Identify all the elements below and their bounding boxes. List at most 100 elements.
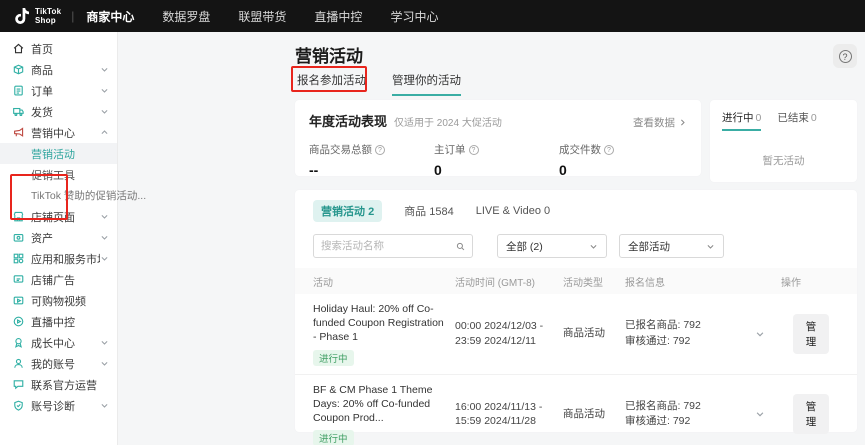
tab-ongoing[interactable]: 进行中 0 [722,110,762,131]
sidebar-item-shop-ads[interactable]: 店铺广告 [0,269,117,290]
order-icon [14,85,23,96]
sidebar-item-account-diagnosis[interactable]: 账号诊断 [0,395,117,416]
sidebar: 首页 商品 订单 发货 营销中心 营销活动 促销工具 TikTok 赞助的促销活… [0,32,146,445]
main-content: ? 营销活动 报名参加活动 管理你的活动 年度活动表现 仅适用于 2024 大促… [118,32,865,445]
tab-products[interactable]: 商品 1584 [404,203,454,219]
topnav-learning-center[interactable]: 学习中心 [390,8,438,25]
manage-button[interactable]: 管理 [793,313,829,354]
tab-live-video[interactable]: LIVE & Video 0 [476,205,550,217]
contact-icon [13,380,24,390]
live-icon [13,316,24,327]
sidebar-item-home[interactable]: 首页 [0,38,117,59]
table-header-row: 活动 活动时间 (GMT-8) 活动类型 报名信息 操作 [295,268,857,294]
search-box [313,234,473,258]
tab-marketing-campaigns[interactable]: 营销活动 2 [313,200,383,222]
shipping-icon [13,107,24,117]
col-header-enrollment: 报名信息 [625,277,665,289]
status-badge: 进行中 [313,349,354,366]
topbar-divider: | [71,9,75,23]
ads-icon [13,275,24,283]
sidebar-item-orders[interactable]: 订单 [0,80,117,101]
search-input[interactable] [321,240,456,252]
stat-gmv: 商品交易总额? -- [309,142,434,178]
info-icon[interactable]: ? [468,144,479,155]
topnav-live-console[interactable]: 直播中控 [314,8,362,25]
topnav-data-compass[interactable]: 数据罗盘 [162,8,210,25]
search-icon[interactable] [456,241,465,252]
status-badge: 进行中 [313,430,354,445]
topnav-affiliate[interactable]: 联盟带货 [238,8,286,25]
help-button[interactable]: ? [833,44,857,68]
sidebar-item-growth-center[interactable]: 成长中心 [0,332,117,353]
sidebar-item-marketing-center[interactable]: 营销中心 [0,122,117,143]
sidebar-subitem-marketing-campaigns[interactable]: 营销活动 [0,143,117,164]
topbar: TikTok Shop | 商家中心 数据罗盘 联盟带货 直播中控 学习中心 [0,0,865,32]
table-row: Holiday Haul: 20% off Co-funded Coupon R… [295,294,857,375]
performance-title: 年度活动表现 [309,114,388,129]
page-title: 营销活动 [295,47,363,66]
expand-row-chevron-icon[interactable] [755,409,765,419]
sidebar-item-products[interactable]: 商品 [0,59,117,80]
question-mark-icon: ? [838,49,852,63]
sidebar-item-my-account[interactable]: 我的账号 [0,353,117,374]
filter-dropdown-type[interactable]: 全部 (2) [497,234,607,258]
tiktok-note-icon [15,8,29,24]
enrollment-info: 已报名商品: 792 审核通过: 792 [625,399,701,428]
col-header-type: 活动类型 [563,277,603,289]
sidebar-item-assets[interactable]: 资产 [0,227,117,248]
stat-units-sold-value: 0 [559,162,567,178]
tab-ended[interactable]: 已结束 0 [777,110,816,131]
chevron-up-icon [101,130,108,134]
megaphone-icon [14,127,24,137]
chevron-down-icon [101,89,108,93]
topbar-nav: 商家中心 数据罗盘 联盟带货 直播中控 学习中心 [86,8,438,25]
campaign-tabs: 营销活动 2 商品 1584 LIVE & Video 0 [295,200,857,222]
expand-row-chevron-icon[interactable] [755,329,765,339]
chevron-down-icon [101,215,108,219]
diagnosis-icon [14,400,23,411]
campaigns-table: 活动 活动时间 (GMT-8) 活动类型 报名信息 操作 Holiday Hau… [295,268,857,445]
wallet-icon [13,233,24,242]
sidebar-item-contact-official[interactable]: 联系官方运营 [0,374,117,395]
sidebar-subitem-tiktok-sponsored-promos[interactable]: TikTok 赞助的促销活动... [0,185,146,206]
info-icon[interactable]: ? [604,144,614,155]
manage-button[interactable]: 管理 [793,394,829,435]
campaign-name[interactable]: Holiday Haul: 20% off Co-funded Coupon R… [313,302,445,345]
page-tabs: 报名参加活动 管理你的活动 [297,72,461,96]
growth-icon [15,338,22,348]
campaign-time: 16:00 2024/11/13 - 15:59 2024/11/28 [455,400,543,428]
chevron-down-icon [101,110,108,114]
campaign-name[interactable]: BF & CM Phase 1 Theme Days: 20% off Co-f… [313,383,445,426]
sidebar-subitem-promo-tools[interactable]: 促销工具 [0,164,117,185]
logo-line1: TikTok [35,7,62,16]
storefront-icon [13,211,24,222]
view-data-link[interactable]: 查看数据 [633,115,687,130]
col-header-time: 活动时间 (GMT-8) [455,277,535,289]
sidebar-item-shipping[interactable]: 发货 [0,101,117,122]
filter-dropdown-campaigns[interactable]: 全部活动 [619,234,724,258]
col-header-action: 操作 [781,277,801,289]
campaign-time: 00:00 2024/12/03 - 23:59 2024/12/11 [455,320,544,347]
sidebar-item-live-console[interactable]: 直播中控 [0,311,117,332]
chevron-down-icon [590,244,597,249]
annual-performance-card: 年度活动表现 仅适用于 2024 大促活动 查看数据 商品交易总额? -- 主订… [295,100,701,178]
stat-units-sold: 成交件数? 0 [559,142,684,178]
col-header-activity: 活动 [313,277,333,289]
sidebar-item-shop-pages[interactable]: 店铺页面 [0,206,117,227]
info-icon[interactable]: ? [375,144,385,155]
chevron-down-icon [101,68,108,72]
tiktok-shop-logo[interactable]: TikTok Shop [14,7,61,25]
home-icon [13,43,24,54]
shoppable-video-icon [13,296,24,305]
sidebar-item-shoppable-video[interactable]: 可购物视频 [0,290,117,311]
filter-row: 全部 (2) 全部活动 [295,234,857,258]
tab-manage-campaigns[interactable]: 管理你的活动 [392,72,461,96]
topnav-seller-center[interactable]: 商家中心 [86,8,134,25]
tab-register-campaigns[interactable]: 报名参加活动 [297,72,366,96]
activity-status-panel: 进行中 0 已结束 0 暂无活动 [710,100,857,182]
chevron-down-icon [101,257,108,261]
table-row: BF & CM Phase 1 Theme Days: 20% off Co-f… [295,375,857,445]
tiktok-shop-seller-center: TikTok Shop | 商家中心 数据罗盘 联盟带货 直播中控 学习中心 首… [0,0,865,445]
sidebar-item-app-service-market[interactable]: 应用和服务市场 [0,248,117,269]
account-icon [14,358,23,368]
